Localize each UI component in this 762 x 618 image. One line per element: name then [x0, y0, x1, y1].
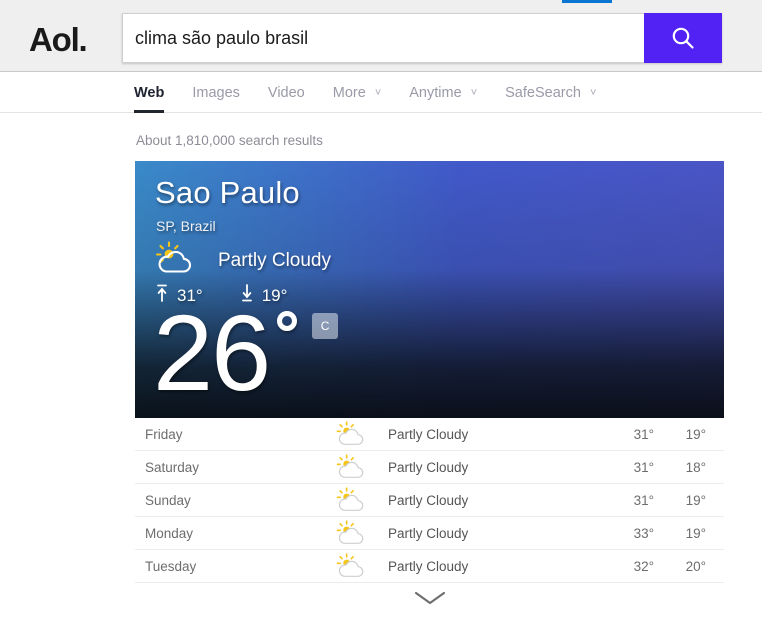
tab-more-label: More	[332, 85, 366, 101]
forecast-day: Friday	[145, 426, 183, 442]
weather-current-temp: 26	[153, 292, 271, 413]
forecast-low: 19°	[685, 525, 706, 541]
search-bar	[122, 13, 722, 63]
weather-forecast-list: Friday Partly Cloudy 31° 19° Saturday Pa…	[135, 418, 724, 583]
forecast-high: 32°	[633, 558, 654, 574]
forecast-condition: Partly Cloudy	[388, 492, 469, 508]
search-icon	[669, 24, 697, 52]
search-input[interactable]	[122, 13, 644, 63]
tab-video-label: Video	[267, 85, 305, 101]
forecast-condition: Partly Cloudy	[388, 558, 469, 574]
tab-anytime[interactable]: Anytime ˅	[395, 73, 491, 113]
degree-symbol-icon	[277, 311, 298, 331]
temperature-unit-toggle[interactable]: C	[312, 313, 339, 339]
tab-safesearch[interactable]: SafeSearch ˅	[491, 73, 610, 113]
forecast-high: 31°	[633, 492, 654, 508]
search-nav-tabs: Web Images Video More ˅ Anytime ˅ SafeSe…	[128, 73, 610, 113]
forecast-condition: Partly Cloudy	[388, 426, 469, 442]
table-row[interactable]: Sunday Partly Cloudy 31° 19°	[135, 484, 724, 517]
forecast-low: 19°	[685, 426, 706, 442]
partly-cloudy-icon	[154, 241, 198, 280]
table-row[interactable]: Monday Partly Cloudy 33° 19°	[135, 517, 724, 550]
weather-current-temp-row: 26 C	[153, 292, 339, 413]
partly-cloudy-icon	[318, 553, 386, 579]
chevron-down-icon: ˅	[589, 87, 597, 99]
forecast-day: Monday	[145, 525, 194, 541]
tab-web[interactable]: Web	[128, 73, 178, 113]
tab-video[interactable]: Video	[254, 73, 319, 113]
partly-cloudy-icon	[318, 487, 386, 513]
forecast-high: 31°	[633, 426, 654, 442]
forecast-expand-button[interactable]	[135, 585, 724, 615]
weather-region-name: SP, Brazil	[156, 218, 216, 234]
chevron-down-icon	[413, 590, 447, 611]
tab-images[interactable]: Images	[178, 73, 254, 113]
chevron-down-icon: ˅	[374, 87, 382, 99]
forecast-day: Sunday	[145, 492, 191, 508]
forecast-high: 31°	[633, 459, 654, 475]
forecast-condition: Partly Cloudy	[388, 459, 469, 475]
table-row[interactable]: Friday Partly Cloudy 31° 19°	[135, 418, 724, 451]
weather-condition-row: Partly Cloudy	[154, 241, 331, 280]
forecast-low: 20°	[685, 558, 706, 574]
forecast-day: Tuesday	[145, 558, 197, 574]
forecast-low: 18°	[685, 459, 706, 475]
weather-card[interactable]: Sao Paulo SP, Brazil Partly Cloudy 31° 1…	[135, 161, 724, 418]
table-row[interactable]: Tuesday Partly Cloudy 32° 20°	[135, 550, 724, 583]
table-row[interactable]: Saturday Partly Cloudy 31° 18°	[135, 451, 724, 484]
weather-city-name: Sao Paulo	[155, 175, 300, 210]
search-nav-bar: Web Images Video More ˅ Anytime ˅ SafeSe…	[0, 73, 762, 113]
forecast-low: 19°	[685, 492, 706, 508]
search-results-count: About 1,810,000 search results	[136, 133, 323, 148]
forecast-day: Saturday	[145, 459, 200, 475]
tab-anytime-label: Anytime	[409, 85, 462, 101]
forecast-condition: Partly Cloudy	[388, 525, 469, 541]
partly-cloudy-icon	[318, 520, 386, 546]
partly-cloudy-icon	[318, 454, 386, 480]
loading-progress-bar	[562, 0, 612, 3]
partly-cloudy-icon	[318, 421, 386, 447]
tab-more[interactable]: More ˅	[319, 73, 396, 113]
tab-safesearch-label: SafeSearch	[505, 85, 581, 101]
site-header: Aol.	[0, 4, 762, 72]
aol-logo[interactable]: Aol.	[29, 21, 88, 59]
forecast-high: 33°	[633, 525, 654, 541]
search-submit-button[interactable]	[644, 13, 722, 63]
weather-condition-text: Partly Cloudy	[218, 249, 331, 271]
chevron-down-icon: ˅	[470, 87, 478, 99]
tab-images-label: Images	[192, 85, 240, 101]
tab-web-label: Web	[134, 85, 165, 101]
